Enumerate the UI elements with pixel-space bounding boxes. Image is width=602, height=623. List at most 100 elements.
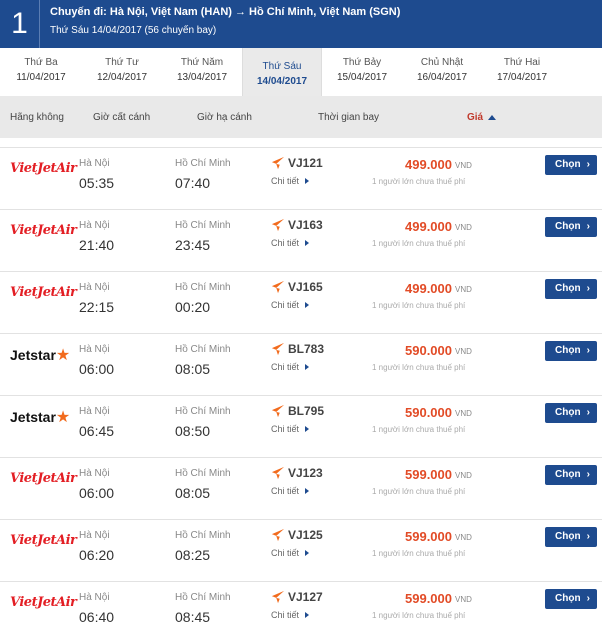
select-label: Chọn [555, 159, 581, 170]
arrive-time: 08:50 [175, 423, 211, 439]
detail-label: Chi tiết [271, 424, 300, 434]
col-arrive[interactable]: Giờ hạ cánh [197, 112, 252, 123]
depart-time: 06:45 [79, 423, 115, 439]
day-date: 12/04/2017 [96, 72, 148, 83]
arrive-time: 08:05 [175, 361, 211, 377]
vietjet-logo: VietJetAir [10, 595, 77, 610]
depart-city: Hà Nội [79, 220, 110, 231]
select-flight-button[interactable]: Chọn › [545, 527, 597, 547]
price-note: 1 người lớn chưa thuế phí [372, 239, 466, 248]
arrive-time: 08:45 [175, 609, 211, 623]
depart-time: 22:15 [79, 299, 115, 315]
detail-link[interactable]: Chi tiết [271, 486, 310, 496]
detail-label: Chi tiết [271, 362, 300, 372]
col-price[interactable]: Giá [467, 112, 483, 123]
airplane-icon [271, 280, 285, 294]
day-date: 15/04/2017 [336, 72, 388, 83]
currency-label: VND [455, 285, 472, 294]
caret-right-icon [305, 426, 310, 432]
depart-city: Hà Nội [79, 158, 110, 169]
col-duration[interactable]: Thời gian bay [318, 112, 379, 123]
day-tab-0[interactable]: Thứ Ba 11/04/2017 [1, 48, 81, 96]
detail-link[interactable]: Chi tiết [271, 610, 310, 620]
day-tab-5[interactable]: Chủ Nhật 16/04/2017 [402, 48, 482, 96]
flight-row: VietJetAir Hà Nội 06:20 Hồ Chí Minh 08:25 VJ1… [0, 519, 602, 581]
select-flight-button[interactable]: Chọn › [545, 465, 597, 485]
flight-row: Jetstar★ Hà Nội 06:45 Hồ Chí Minh 08:50 BL795… [0, 395, 602, 457]
detail-link[interactable]: Chi tiết [271, 362, 310, 372]
col-depart[interactable]: Giờ cất cánh [93, 112, 150, 123]
route-subtitle: Thứ Sáu 14/04/2017 (56 chuyến bay) [50, 25, 217, 36]
vietjet-logo: VietJetAir [10, 161, 77, 176]
day-tab-6[interactable]: Thứ Hai 17/04/2017 [482, 48, 562, 96]
select-flight-button[interactable]: Chọn › [545, 589, 597, 609]
caret-right-icon [305, 612, 310, 618]
star-icon: ★ [55, 347, 71, 364]
select-flight-button[interactable]: Chọn › [545, 217, 597, 237]
price-note: 1 người lớn chưa thuế phí [372, 363, 466, 372]
date-selector: Thứ Ba 11/04/2017 Thứ Tư 12/04/2017 Thứ … [0, 48, 602, 96]
detail-label: Chi tiết [271, 300, 300, 310]
depart-time: 21:40 [79, 237, 115, 253]
caret-right-icon [305, 364, 310, 370]
day-name: Thứ Hai [503, 57, 541, 68]
depart-time: 06:00 [79, 485, 115, 501]
depart-city: Hà Nội [79, 344, 110, 355]
vietjet-logo: VietJetAir [10, 471, 77, 486]
detail-link[interactable]: Chi tiết [271, 548, 310, 558]
flight-code: VJ121 [288, 156, 323, 170]
select-label: Chọn [555, 283, 581, 294]
detail-label: Chi tiết [271, 176, 300, 186]
arrive-city: Hồ Chí Minh [175, 158, 231, 169]
select-label: Chọn [555, 221, 581, 232]
chevron-right-icon: › [586, 469, 590, 480]
step-number: 1 [0, 0, 40, 48]
arrive-city: Hồ Chí Minh [175, 220, 231, 231]
chevron-right-icon: › [586, 345, 590, 356]
depart-time: 06:20 [79, 547, 115, 563]
arrive-time: 00:20 [175, 299, 211, 315]
chevron-right-icon: › [586, 159, 590, 170]
detail-link[interactable]: Chi tiết [271, 238, 310, 248]
flight-code: VJ125 [288, 528, 323, 542]
select-flight-button[interactable]: Chọn › [545, 403, 597, 423]
day-tab-1[interactable]: Thứ Tư 12/04/2017 [82, 48, 162, 96]
select-flight-button[interactable]: Chọn › [545, 279, 597, 299]
flight-code: VJ123 [288, 466, 323, 480]
select-flight-button[interactable]: Chọn › [545, 155, 597, 175]
day-name: Thứ Sáu [262, 61, 302, 72]
detail-link[interactable]: Chi tiết [271, 176, 310, 186]
detail-label: Chi tiết [271, 548, 300, 558]
depart-city: Hà Nội [79, 282, 110, 293]
flight-row: VietJetAir Hà Nội 21:40 Hồ Chí Minh 23:45 VJ1… [0, 209, 602, 271]
airplane-icon [271, 156, 285, 170]
chevron-right-icon: › [586, 531, 590, 542]
arrive-city: Hồ Chí Minh [175, 282, 231, 293]
select-flight-button[interactable]: Chọn › [545, 341, 597, 361]
day-name: Thứ Tư [105, 57, 139, 68]
detail-link[interactable]: Chi tiết [271, 424, 310, 434]
airplane-icon [271, 466, 285, 480]
day-name: Chủ Nhật [420, 57, 464, 68]
star-icon: ★ [55, 409, 71, 426]
price-note: 1 người lớn chưa thuế phí [372, 177, 466, 186]
airplane-icon [271, 590, 285, 604]
flight-code: VJ165 [288, 280, 323, 294]
day-tab-4[interactable]: Thứ Bảy 15/04/2017 [322, 48, 402, 96]
arrive-time: 23:45 [175, 237, 211, 253]
currency-label: VND [455, 471, 472, 480]
day-tab-2[interactable]: Thứ Năm 13/04/2017 [162, 48, 242, 96]
airplane-icon [271, 404, 285, 418]
airplane-icon [271, 528, 285, 542]
currency-label: VND [455, 161, 472, 170]
select-label: Chọn [555, 407, 581, 418]
price-value: 590.000 [405, 405, 452, 420]
flight-row: Jetstar★ Hà Nội 06:00 Hồ Chí Minh 08:05 BL783… [0, 333, 602, 395]
sort-up-icon[interactable] [488, 115, 496, 120]
depart-city: Hà Nội [79, 406, 110, 417]
arrive-city: Hồ Chí Minh [175, 344, 231, 355]
day-tab-3-active[interactable]: Thứ Sáu 14/04/2017 [242, 48, 322, 96]
detail-link[interactable]: Chi tiết [271, 300, 310, 310]
col-airline[interactable]: Hãng không [10, 112, 64, 123]
vietjet-logo: VietJetAir [10, 533, 77, 548]
